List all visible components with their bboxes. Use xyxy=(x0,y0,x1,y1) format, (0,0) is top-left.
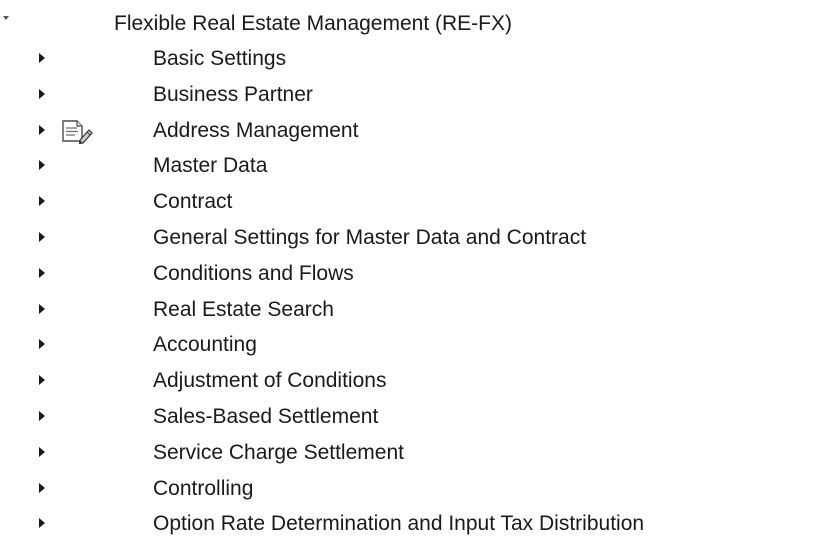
expand-arrow-icon[interactable] xyxy=(38,446,48,460)
expand-arrow-icon[interactable] xyxy=(38,517,48,531)
tree-node-conditions-and-flows[interactable]: Conditions and Flows xyxy=(0,257,825,293)
tree-children: Basic Settings Business Partner Address … xyxy=(0,42,825,543)
tree-node-label: Sales-Based Settlement xyxy=(153,404,379,428)
tree-node-label: Business Partner xyxy=(153,82,313,106)
tree-node-label: Basic Settings xyxy=(153,47,287,70)
tree-node-label: Master Data xyxy=(153,154,268,178)
tree-root-label: Flexible Real Estate Management (RE-FX) xyxy=(114,12,512,35)
tree-node-accounting[interactable]: Accounting xyxy=(0,328,825,364)
expand-arrow-icon[interactable] xyxy=(38,124,48,138)
tree-node-real-estate-search[interactable]: Real Estate Search xyxy=(0,293,825,329)
expand-arrow-icon[interactable] xyxy=(38,195,48,209)
tree-node-service-charge-settlement[interactable]: Service Charge Settlement xyxy=(0,436,825,472)
tree-node-basic-settings[interactable]: Basic Settings xyxy=(0,42,825,78)
tree-node-option-rate-determination[interactable]: Option Rate Determination and Input Tax … xyxy=(0,507,825,543)
tree-node-label: Conditions and Flows xyxy=(153,261,354,285)
expand-arrow-icon[interactable] xyxy=(38,410,48,424)
tree-node-label: Controlling xyxy=(153,476,254,500)
collapse-arrow-icon[interactable] xyxy=(3,16,9,22)
tree-node-label: General Settings for Master Data and Con… xyxy=(153,225,587,249)
tree-node-controlling[interactable]: Controlling xyxy=(0,472,825,508)
tree-node-general-settings[interactable]: General Settings for Master Data and Con… xyxy=(0,221,825,257)
tree-root-node[interactable]: Flexible Real Estate Management (RE-FX) xyxy=(0,6,825,40)
expand-arrow-icon[interactable] xyxy=(38,88,48,102)
expand-arrow-icon[interactable] xyxy=(38,303,48,317)
customizing-tree: Flexible Real Estate Management (RE-FX) … xyxy=(0,0,825,537)
tree-node-label: Adjustment of Conditions xyxy=(153,369,387,393)
tree-node-contract[interactable]: Contract xyxy=(0,185,825,221)
tree-node-sales-based-settlement[interactable]: Sales-Based Settlement xyxy=(0,400,825,436)
tree-node-address-management[interactable]: Address Management xyxy=(0,114,825,150)
tree-node-master-data[interactable]: Master Data xyxy=(0,149,825,185)
tree-node-adjustment-of-conditions[interactable]: Adjustment of Conditions xyxy=(0,364,825,400)
tree-node-label: Accounting xyxy=(153,333,257,357)
document-edit-icon[interactable] xyxy=(60,118,94,144)
expand-arrow-icon[interactable] xyxy=(38,231,48,245)
tree-node-label: Real Estate Search xyxy=(153,297,334,321)
tree-node-business-partner[interactable]: Business Partner xyxy=(0,78,825,114)
tree-node-label: Contract xyxy=(153,190,233,214)
expand-arrow-icon[interactable] xyxy=(38,52,48,66)
expand-arrow-icon[interactable] xyxy=(38,338,48,352)
tree-node-label: Address Management xyxy=(153,118,359,142)
expand-arrow-icon[interactable] xyxy=(38,159,48,173)
expand-arrow-icon[interactable] xyxy=(38,374,48,388)
expand-arrow-icon[interactable] xyxy=(38,267,48,281)
tree-node-label: Option Rate Determination and Input Tax … xyxy=(153,512,645,536)
tree-node-label: Service Charge Settlement xyxy=(153,440,404,464)
expand-arrow-icon[interactable] xyxy=(38,482,48,496)
